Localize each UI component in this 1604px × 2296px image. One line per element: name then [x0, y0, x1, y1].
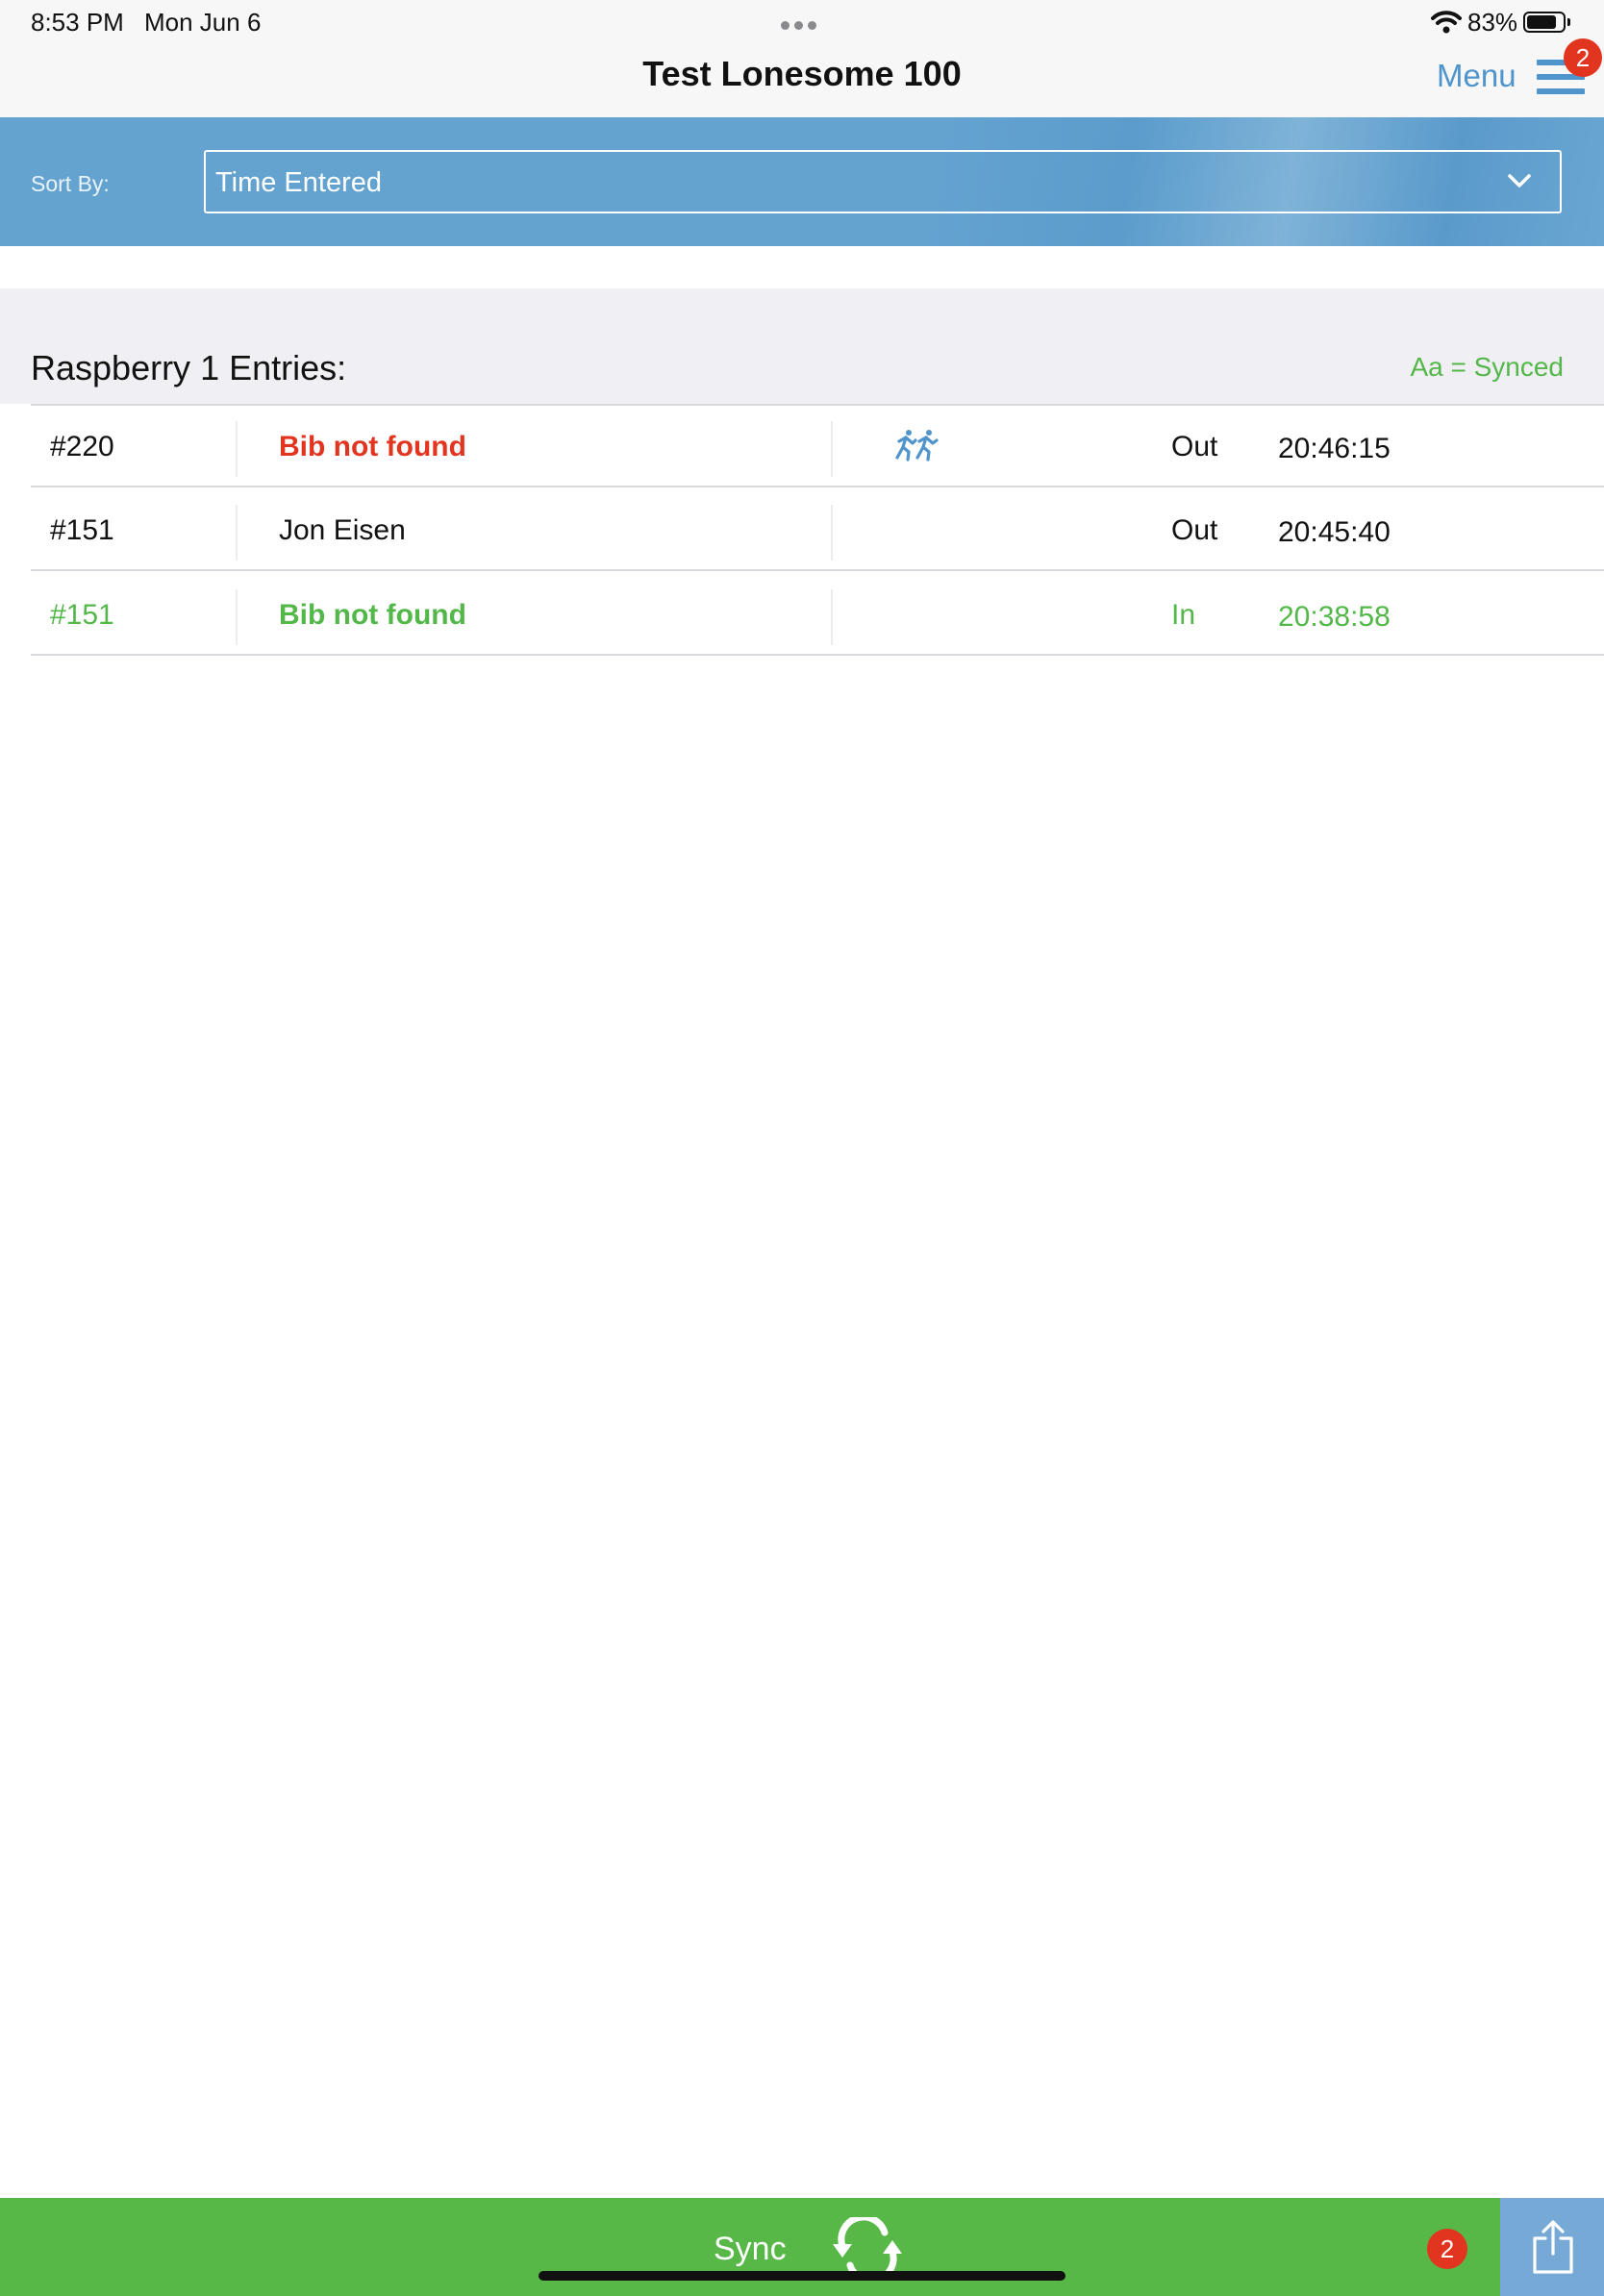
column-divider	[831, 505, 833, 561]
table-row[interactable]: #151 Jon Eisen Out 20:45:40	[0, 487, 1604, 571]
column-divider	[831, 589, 833, 645]
section-title: Raspberry 1 Entries:	[31, 348, 347, 387]
status-date: Mon Jun 6	[144, 8, 262, 37]
entry-time: 20:46:15	[1278, 433, 1391, 464]
row-divider	[31, 569, 1604, 571]
entry-name: Bib not found	[279, 431, 466, 462]
battery-level-fill	[1527, 15, 1556, 29]
entry-direction: Out	[1171, 431, 1218, 462]
entry-bib: #151	[50, 599, 114, 631]
entry-name: Bib not found	[279, 599, 466, 631]
sort-by-selected-value: Time Entered	[215, 167, 382, 198]
menu-button[interactable]: Menu	[1437, 58, 1516, 94]
chevron-down-icon	[1508, 174, 1531, 187]
column-divider	[831, 421, 833, 477]
wifi-icon	[1431, 11, 1462, 34]
column-divider	[236, 421, 238, 477]
column-divider	[236, 505, 238, 561]
entry-bib: #220	[50, 431, 114, 462]
sort-by-dropdown[interactable]: Time Entered	[204, 150, 1562, 213]
multitasking-dots-icon[interactable]	[781, 17, 825, 30]
navigation-bar: Test Lonesome 100 Menu	[0, 44, 1604, 117]
entry-direction: Out	[1171, 514, 1218, 546]
runners-icon	[895, 430, 939, 462]
entry-time: 20:45:40	[1278, 516, 1391, 548]
share-icon	[1533, 2220, 1573, 2274]
menu-notification-badge: 2	[1564, 38, 1602, 77]
status-bar: 8:53 PM Mon Jun 6 83%	[0, 0, 1604, 44]
entry-name: Jon Eisen	[279, 514, 406, 546]
sync-label: Sync	[714, 2231, 787, 2267]
entry-time: 20:38:58	[1278, 601, 1391, 633]
page-title: Test Lonesome 100	[642, 54, 962, 93]
entry-bib: #151	[50, 514, 114, 546]
pending-sync-badge: 2	[1427, 2229, 1467, 2269]
home-indicator[interactable]	[539, 2271, 1065, 2281]
table-row[interactable]: #151 Bib not found In 20:38:58	[0, 572, 1604, 656]
status-time: 8:53 PM	[31, 8, 124, 37]
row-divider	[31, 654, 1604, 656]
table-row[interactable]: #220 Bib not found Out 20:46:15	[0, 404, 1604, 487]
share-button[interactable]	[1500, 2198, 1604, 2296]
sort-header: Sort By: Time Entered	[0, 117, 1604, 246]
synced-legend: Aa = Synced	[1410, 352, 1564, 382]
column-divider	[236, 589, 238, 645]
entry-direction: In	[1171, 599, 1196, 631]
entries-section-header: Raspberry 1 Entries: Aa = Synced	[0, 288, 1604, 404]
battery-percent: 83%	[1467, 8, 1518, 37]
battery-nub	[1567, 18, 1570, 26]
sync-bar[interactable]: Sync	[0, 2198, 1500, 2296]
sort-by-label: Sort By:	[31, 171, 110, 196]
battery-icon	[1523, 12, 1566, 33]
